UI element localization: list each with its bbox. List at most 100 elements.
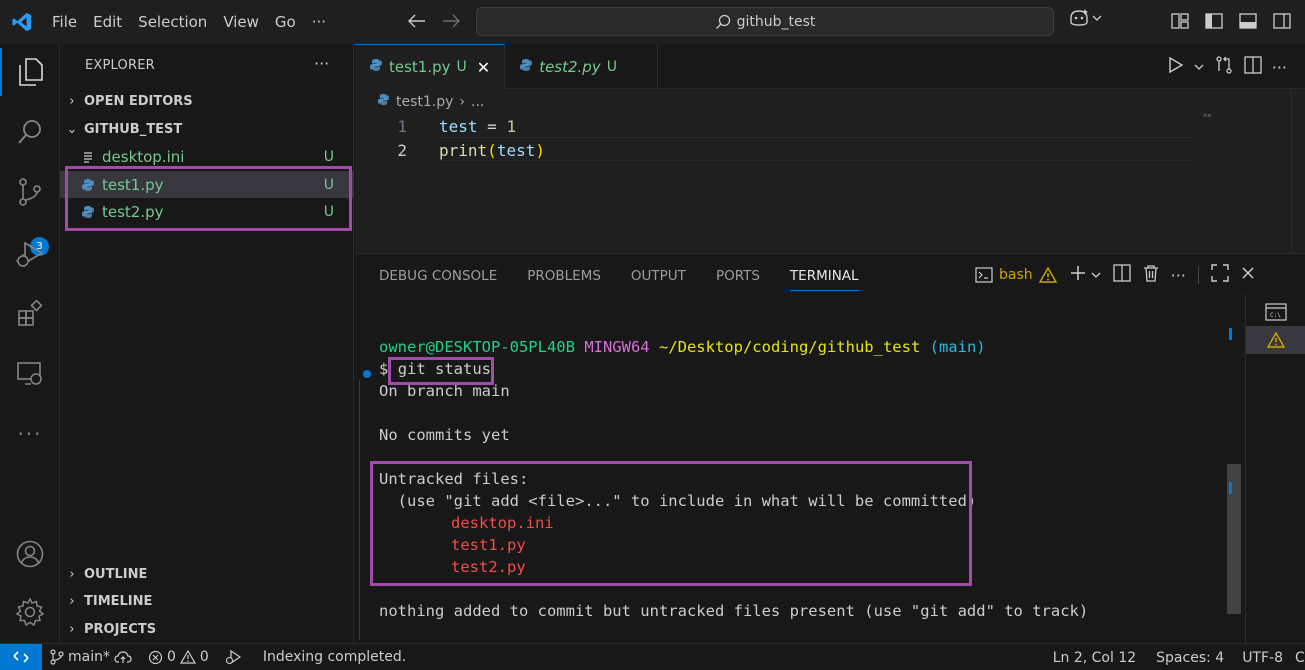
chevron-right-icon: › [69,621,75,637]
copilot-icon [1070,9,1088,26]
panel-actions: bash ··· [975,264,1255,286]
outline-header[interactable]: › OUTLINE [60,563,354,585]
split-terminal-icon[interactable] [1112,264,1131,286]
terminal-instance-bash[interactable] [1246,326,1305,354]
toggle-sidebar-icon[interactable] [1201,8,1227,34]
python-icon [80,178,96,192]
tab-label: test2.py [539,57,601,76]
customize-layout-icon[interactable] [1167,8,1193,34]
indexing-status: Indexing completed. [262,649,407,665]
file-name: desktop.ini [102,147,185,166]
file-item-test1-py[interactable]: test1.py U [60,171,354,198]
folder-header[interactable]: ⌄ GITHUB_TEST [60,118,354,140]
menu-edit[interactable]: Edit [85,7,130,37]
branch-status[interactable]: main* [42,644,140,670]
run-debug-icon[interactable] [0,230,60,278]
code-token: test [439,116,478,136]
problems-status[interactable]: 0 0 [140,644,217,670]
tab-output[interactable]: OUTPUT [631,268,686,291]
extensions-icon[interactable] [0,290,60,338]
branch-name: main* [68,649,110,665]
minimap[interactable]: ≡≡ [1203,113,1211,119]
source-control-icon[interactable] [0,168,60,216]
code-line-2: 2 print(test) [355,138,545,162]
open-editors-header[interactable]: › OPEN EDITORS [60,90,354,112]
remote-icon [13,651,29,663]
more-actions-icon[interactable]: ··· [1171,266,1186,285]
command-decoration-dot[interactable] [363,370,371,378]
warning-count: 0 [199,649,209,665]
menu-file[interactable]: File [44,7,85,37]
run-debug-icon [225,649,241,665]
toggle-secondary-sidebar-icon[interactable] [1269,8,1295,34]
timeline-label: TIMELINE [84,593,153,609]
compare-changes-icon[interactable] [1214,55,1234,79]
chevron-down-icon[interactable] [1194,60,1204,75]
python-icon [369,58,383,76]
tab-terminal[interactable]: TERMINAL [789,268,859,291]
tab-test2-py[interactable]: test2.py U [505,44,658,89]
terminal-shell-selector[interactable]: bash [975,267,1057,283]
maximize-panel-icon[interactable] [1211,264,1229,286]
terminal-instance-cmd[interactable]: C:\ [1246,298,1305,326]
copilot-menu[interactable] [1068,8,1102,28]
warning-icon [179,650,196,664]
prompt-dollar: $ [379,360,389,378]
file-item-desktop-ini[interactable]: desktop.ini U [60,143,354,170]
code-token: ) [535,140,545,160]
back-arrow-icon[interactable] [405,7,429,35]
more-views-icon[interactable]: ··· [0,410,60,458]
terminal-gutter-line [359,380,360,640]
eol-status[interactable]: C [1295,644,1305,670]
tab-ports[interactable]: PORTS [716,268,760,291]
projects-header[interactable]: › PROJECTS [60,618,354,640]
debug-status[interactable] [217,644,249,670]
explorer-title: EXPLORER [85,58,155,73]
file-item-test2-py[interactable]: test2.py U [60,198,354,225]
run-file-icon[interactable] [1168,56,1184,78]
terminal-scrollbar[interactable] [1227,314,1241,639]
menu-go[interactable]: Go [267,7,304,37]
code-editor[interactable]: test1.py › ... 1 test = 1 2 print(test) … [355,89,1305,253]
tab-debug-console[interactable]: DEBUG CONSOLE [379,268,497,291]
timeline-header[interactable]: › TIMELINE [60,590,354,612]
editor-scrollbar[interactable] [1291,89,1305,253]
chevron-down-icon[interactable] [1091,268,1101,283]
menu-selection[interactable]: Selection [130,7,215,37]
breadcrumb-symbol[interactable]: ... [471,94,484,110]
settings-gear-icon[interactable] [0,588,60,636]
code-token: print [439,140,488,160]
tab-test1-py[interactable]: test1.py U ✕ [355,44,506,89]
cursor-position[interactable]: Ln 2, Col 12 [1045,644,1148,670]
explorer-icon[interactable] [0,48,60,96]
accounts-icon[interactable] [0,530,60,578]
python-icon [80,205,96,219]
menu-view[interactable]: View [215,7,267,37]
tab-problems[interactable]: PROBLEMS [527,268,601,291]
activity-bar: 3 ··· [0,44,60,643]
forward-arrow-icon[interactable] [439,7,463,35]
encoding-status[interactable]: UTF-8 [1234,644,1295,670]
trash-icon[interactable] [1143,264,1159,286]
terminal-line: On branch main [379,382,510,400]
toggle-panel-icon[interactable] [1235,8,1261,34]
close-panel-icon[interactable] [1241,266,1255,284]
terminal-line: Untracked files: [379,470,529,488]
remote-explorer-icon[interactable] [0,350,60,398]
indentation-status[interactable]: Spaces: 4 [1148,644,1234,670]
terminal-line: (use "git add <file>..." to include in w… [379,492,977,510]
terminal-output[interactable]: owner@DESKTOP-05PL40B MINGW64 ~/Desktop/… [379,336,1239,622]
more-actions-icon[interactable]: ··· [1272,58,1287,77]
command-center-search[interactable]: github_test [476,7,1054,36]
file-lines-icon [80,151,96,163]
prompt-env: MINGW64 [584,338,650,356]
split-editor-icon[interactable] [1244,56,1262,78]
search-icon[interactable] [0,108,60,156]
breadcrumb-file[interactable]: test1.py [396,94,453,110]
chevron-down-icon: ⌄ [66,121,78,137]
menu-more[interactable]: ··· [304,7,334,37]
close-icon[interactable]: ✕ [477,58,490,77]
remote-indicator[interactable] [0,643,42,670]
new-terminal-icon[interactable] [1069,264,1087,286]
explorer-more-button[interactable]: ··· [314,54,329,73]
